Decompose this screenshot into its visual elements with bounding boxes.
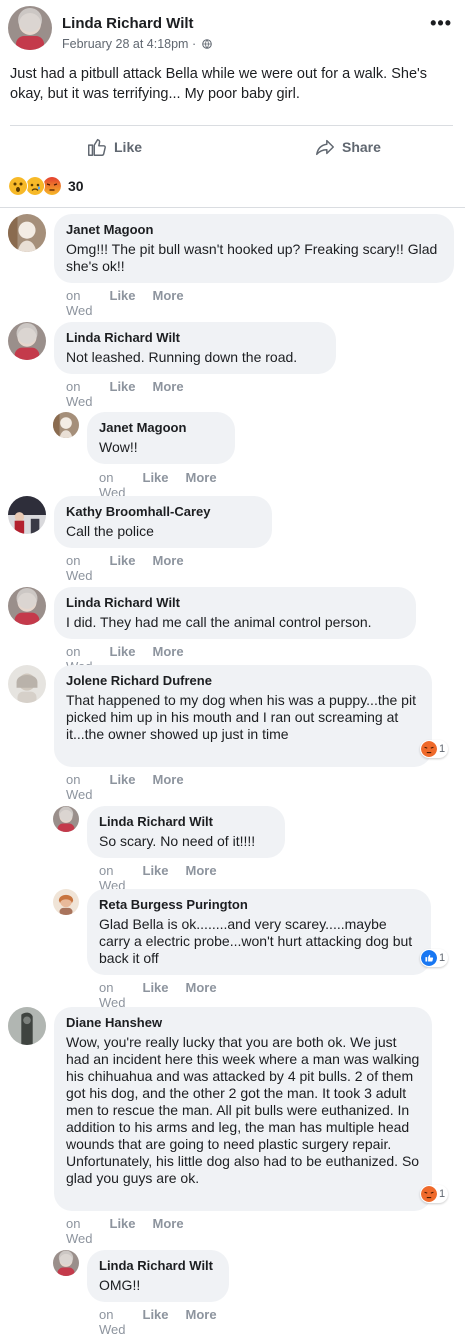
- comment-text: OMG!!: [99, 1277, 141, 1293]
- comment-actions: on Wed Like More: [99, 980, 217, 1010]
- author-avatar[interactable]: [8, 6, 52, 50]
- comment-bubble: Diane Hanshew Wow, you're really lucky th…: [54, 1007, 432, 1211]
- comment-actions: on Wed Like More: [66, 772, 184, 802]
- comment-text: Omg!!! The pit bull wasn't hooked up? Fr…: [66, 241, 438, 274]
- comment-text: Wow, you're really lucky that you are bo…: [66, 1034, 420, 1186]
- comment-time[interactable]: on Wed: [66, 1216, 93, 1246]
- comment-actions: on Wed Like More: [99, 1307, 217, 1337]
- commenter-name[interactable]: Linda Richard Wilt: [66, 329, 324, 346]
- comment-bubble: Linda Richard Wilt OMG!!: [87, 1250, 229, 1302]
- globe-icon: [201, 39, 212, 49]
- comment-bubble: Linda Richard Wilt Not leashed. Running d…: [54, 322, 336, 374]
- comment-text: That happened to my dog when his was a p…: [66, 692, 416, 742]
- commenter-avatar[interactable]: [8, 665, 46, 703]
- angry-reaction-icon: [421, 741, 437, 757]
- commenter-avatar[interactable]: [53, 1250, 79, 1276]
- comment-bubble: Linda Richard Wilt I did. They had me cal…: [54, 587, 416, 639]
- comment-bubble: Jolene Richard Dufrene That happened to m…: [54, 665, 432, 767]
- comment-reaction-count: 1: [439, 1188, 446, 1200]
- commenter-name[interactable]: Kathy Broomhall-Carey: [66, 503, 260, 520]
- comment-time[interactable]: on Wed: [99, 1307, 126, 1337]
- commenter-name[interactable]: Diane Hanshew: [66, 1014, 420, 1031]
- comment-like-button[interactable]: Like: [110, 553, 136, 583]
- comment-text: Glad Bella is ok........and very scarey.…: [99, 916, 413, 966]
- comment-more-button[interactable]: More: [153, 288, 184, 318]
- comment-actions: on Wed Like More: [66, 1216, 184, 1246]
- commenter-name[interactable]: Janet Magoon: [66, 221, 442, 238]
- comment-actions: on Wed Like More: [66, 379, 184, 409]
- comment-more-button[interactable]: More: [153, 1216, 184, 1246]
- comment-bubble: Kathy Broomhall-Carey Call the police: [54, 496, 272, 548]
- comment-reaction-badge[interactable]: 1: [420, 1185, 449, 1203]
- comment-reaction-badge[interactable]: 1: [420, 949, 449, 967]
- comment-like-button[interactable]: Like: [110, 772, 136, 802]
- reaction-summary[interactable]: 30: [8, 176, 84, 196]
- thumbs-up-icon: [88, 138, 106, 156]
- more-options-icon[interactable]: •••: [430, 14, 452, 32]
- like-reaction-icon: [421, 950, 437, 966]
- commenter-avatar[interactable]: [53, 806, 79, 832]
- commenter-avatar[interactable]: [8, 587, 46, 625]
- comment-time[interactable]: on Wed: [66, 288, 93, 318]
- commenter-name[interactable]: Reta Burgess Purington: [99, 896, 419, 913]
- comment-more-button[interactable]: More: [153, 553, 184, 583]
- like-label: Like: [114, 139, 143, 155]
- angry-reaction-icon: [421, 1186, 437, 1202]
- comment-more-button[interactable]: More: [186, 980, 217, 1010]
- commenter-name[interactable]: Linda Richard Wilt: [99, 813, 273, 830]
- comment-like-button[interactable]: Like: [143, 1307, 169, 1337]
- comment-like-button[interactable]: Like: [143, 980, 169, 1010]
- comment-text: I did. They had me call the animal contr…: [66, 614, 372, 630]
- comment-bubble: Linda Richard Wilt So scary. No need of i…: [87, 806, 285, 858]
- commenter-avatar[interactable]: [8, 496, 46, 534]
- share-label: Share: [342, 139, 381, 155]
- comment-more-button[interactable]: More: [186, 1307, 217, 1337]
- wow-reaction-icon: [8, 176, 28, 196]
- comment-text: Call the police: [66, 523, 154, 539]
- commenter-avatar[interactable]: [8, 1007, 46, 1045]
- comment-bubble: Reta Burgess Purington Glad Bella is ok..…: [87, 889, 431, 975]
- comment-more-button[interactable]: More: [153, 379, 184, 409]
- comment-like-button[interactable]: Like: [110, 288, 136, 318]
- comment-reaction-count: 1: [439, 743, 446, 755]
- comment-text: Wow!!: [99, 439, 138, 455]
- comment-more-button[interactable]: More: [153, 772, 184, 802]
- section-divider: [0, 207, 465, 208]
- commenter-avatar[interactable]: [53, 412, 79, 438]
- commenter-name[interactable]: Linda Richard Wilt: [99, 1257, 217, 1274]
- post-meta: February 28 at 4:18pm ·: [62, 37, 212, 51]
- commenter-name[interactable]: Janet Magoon: [99, 419, 223, 436]
- comment-text: Not leashed. Running down the road.: [66, 349, 298, 365]
- comment-bubble: Janet Magoon Omg!!! The pit bull wasn't h…: [54, 214, 454, 283]
- meta-separator: ·: [191, 37, 197, 51]
- post-header: Linda Richard Wilt February 28 at 4:18pm…: [8, 6, 458, 54]
- like-button[interactable]: Like: [86, 134, 142, 160]
- comment-time[interactable]: on Wed: [66, 553, 93, 583]
- share-icon: [316, 139, 334, 156]
- post-author-name[interactable]: Linda Richard Wilt: [62, 15, 194, 32]
- post-timestamp[interactable]: February 28 at 4:18pm: [62, 37, 188, 51]
- angry-reaction-icon: [42, 176, 62, 196]
- comment-like-button[interactable]: Like: [110, 379, 136, 409]
- comment-text: So scary. No need of it!!!!: [99, 833, 256, 849]
- comment-time[interactable]: on Wed: [66, 379, 93, 409]
- comment-actions: on Wed Like More: [66, 553, 184, 583]
- post-text: Just had a pitbull attack Bella while we…: [10, 66, 428, 102]
- commenter-name[interactable]: Jolene Richard Dufrene: [66, 672, 420, 689]
- reaction-count: 30: [68, 178, 84, 194]
- commenter-name[interactable]: Linda Richard Wilt: [66, 594, 404, 611]
- comment-like-button[interactable]: Like: [110, 1216, 136, 1246]
- comment-actions: on Wed Like More: [66, 288, 184, 318]
- commenter-avatar[interactable]: [8, 214, 46, 252]
- commenter-avatar[interactable]: [53, 889, 79, 915]
- sad-reaction-icon: [25, 176, 45, 196]
- comment-bubble: Janet Magoon Wow!!: [87, 412, 235, 464]
- comment-time[interactable]: on Wed: [99, 980, 126, 1010]
- divider: [10, 125, 453, 126]
- comment-reaction-badge[interactable]: 1: [420, 740, 449, 758]
- comment-reaction-count: 1: [439, 952, 446, 964]
- comment-time[interactable]: on Wed: [66, 772, 93, 802]
- share-button[interactable]: Share: [314, 134, 381, 160]
- commenter-avatar[interactable]: [8, 322, 46, 360]
